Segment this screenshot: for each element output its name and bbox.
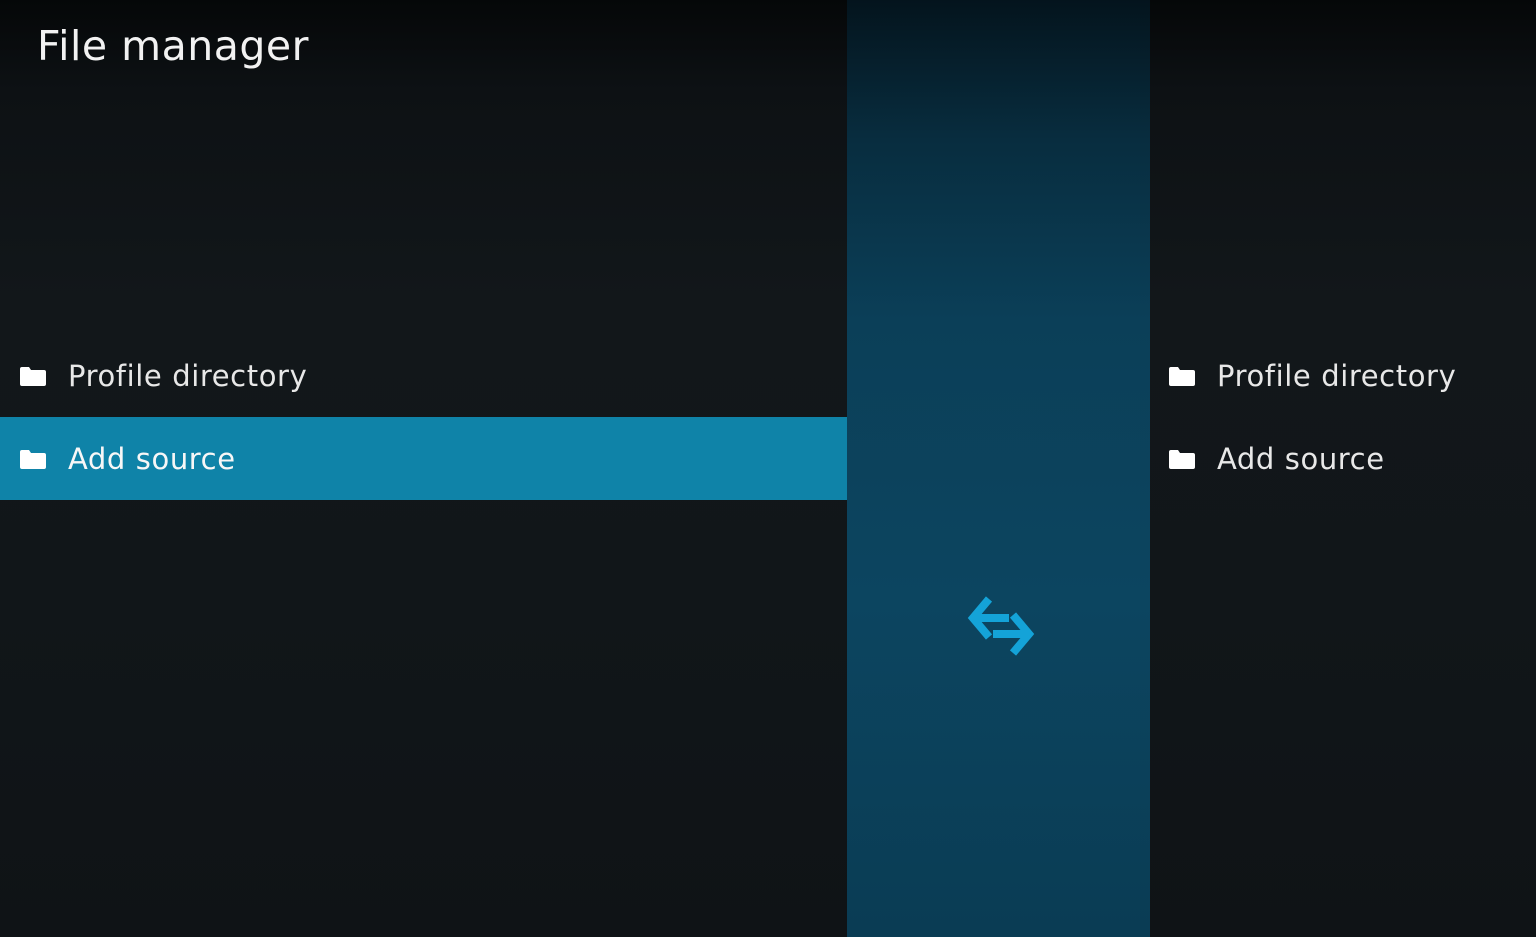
left-item-profile-directory[interactable]: Profile directory xyxy=(0,334,847,417)
swap-arrows-icon[interactable] xyxy=(965,593,1037,659)
folder-icon xyxy=(20,366,46,386)
right-item-label: Profile directory xyxy=(1217,358,1457,393)
folder-icon xyxy=(20,449,46,469)
left-item-label: Profile directory xyxy=(68,358,308,393)
folder-icon xyxy=(1169,366,1195,386)
right-item-add-source[interactable]: Add source xyxy=(1150,417,1536,500)
left-item-add-source[interactable]: Add source xyxy=(0,417,847,500)
right-item-profile-directory[interactable]: Profile directory xyxy=(1150,334,1536,417)
right-item-label: Add source xyxy=(1217,441,1385,476)
left-item-label: Add source xyxy=(68,441,236,476)
file-manager-screen: File manager Profile directory Add sourc… xyxy=(0,0,1536,937)
pane-divider xyxy=(847,0,1150,937)
left-file-pane: Profile directory Add source xyxy=(0,0,847,937)
right-file-pane: Profile directory Add source xyxy=(1150,0,1536,937)
folder-icon xyxy=(1169,449,1195,469)
